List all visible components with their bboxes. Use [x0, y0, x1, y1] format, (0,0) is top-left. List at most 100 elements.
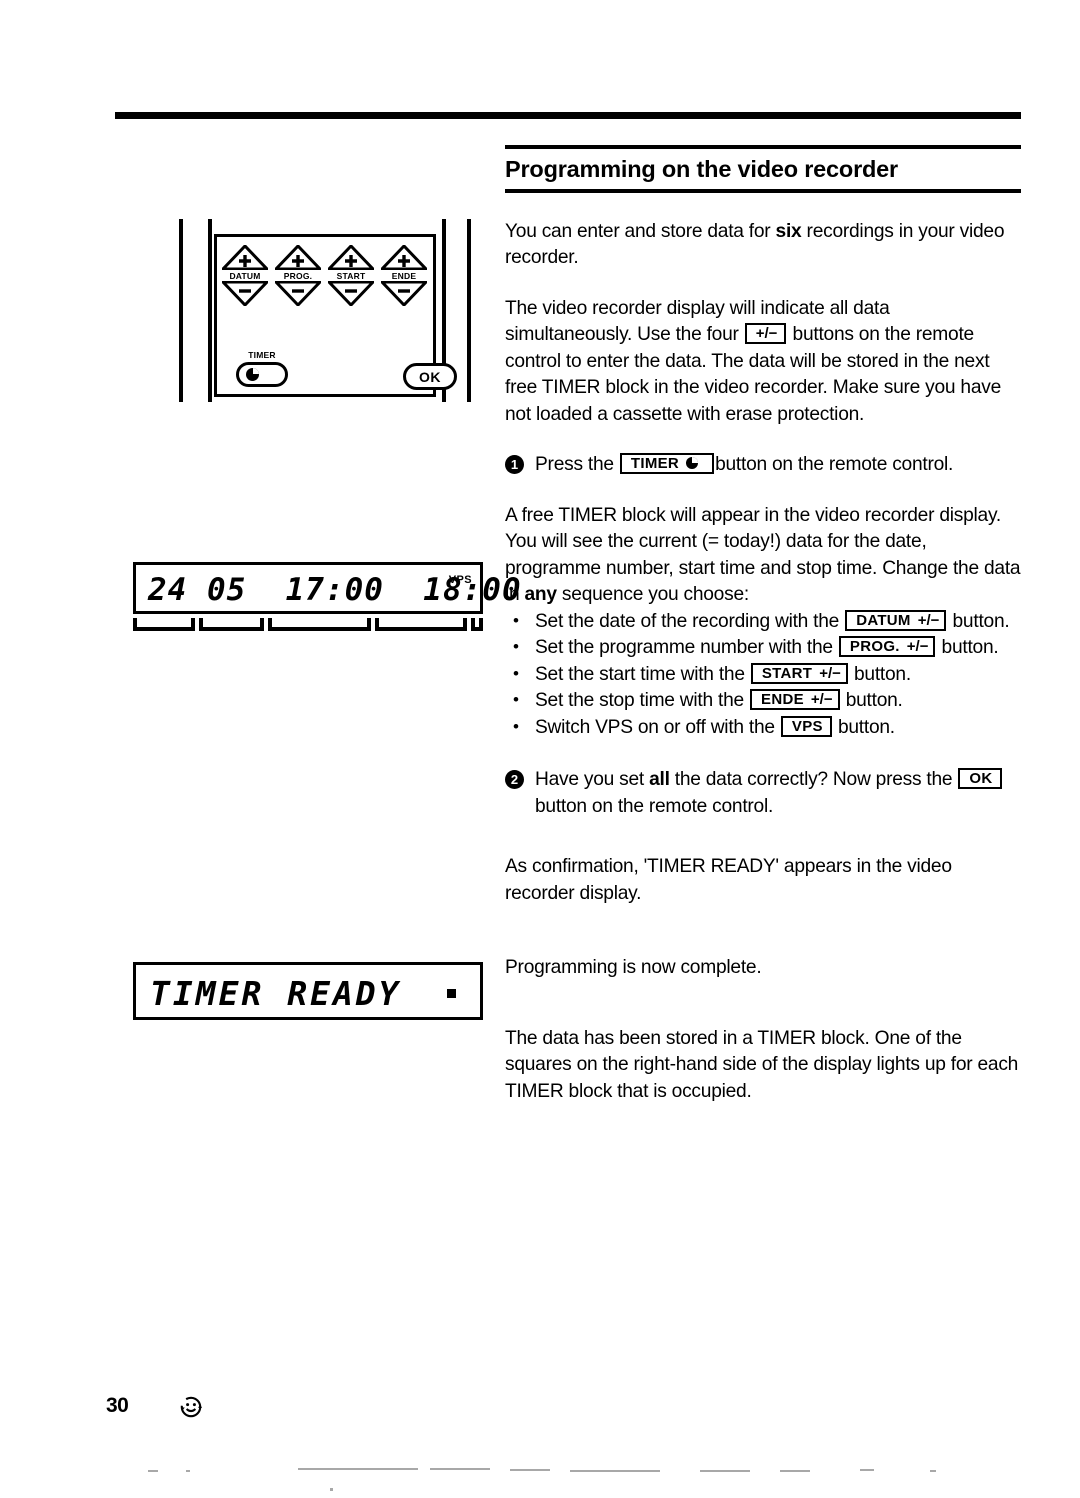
step-2-text-after: button on the remote control.	[535, 795, 774, 817]
confirmation-line-2: recorder display.	[505, 882, 642, 904]
minus-triangle-icon[interactable]	[222, 281, 268, 306]
heading-rule-above	[505, 145, 1021, 149]
plus-minus-symbol: +/−	[755, 325, 778, 343]
scan-artifact	[430, 1468, 490, 1470]
datum-key-label: DATUM	[856, 611, 911, 629]
minus-triangle-icon[interactable]	[328, 281, 374, 306]
ende-key-graphic: ENDE +/−	[750, 689, 840, 711]
recycle-smiley-icon	[174, 1390, 208, 1424]
clock-icon	[686, 457, 699, 470]
plus-triangle-icon[interactable]	[328, 245, 374, 270]
bracket-vps	[471, 618, 483, 631]
vps-key-label: VPS	[791, 717, 823, 735]
remote-button-label-timer: TIMER	[248, 350, 276, 360]
remote-control-illustration: DATUM PROG. START ENDE TIMER OK	[170, 215, 480, 410]
confirmation-paragraph: As confirmation, 'TIMER READY' appears i…	[505, 854, 1021, 907]
document-page: DATUM PROG. START ENDE TIMER OK 24 05 17…	[0, 0, 1080, 1498]
page-top-rule	[115, 112, 1021, 119]
bullet-3-before: Set the stop time with the	[535, 690, 750, 712]
ok-key-graphic: OK	[958, 768, 1002, 790]
remote-button-label-start: START	[336, 271, 366, 281]
bracket-date	[133, 618, 195, 631]
scan-artifact	[570, 1470, 660, 1472]
remote-button-label-prog: PROG.	[283, 271, 313, 281]
free-block-paragraph: A free TIMER block will appear in the vi…	[505, 503, 1021, 609]
stored-line-1: The data has been stored in a TIMER bloc…	[505, 1027, 870, 1049]
remote-button-group-prog: PROG.	[274, 245, 322, 306]
step-1-text-before: Press the	[535, 454, 619, 476]
bullet-0-after: button.	[952, 610, 1010, 632]
scan-artifact	[298, 1468, 418, 1470]
step-2-text-b: the data correctly? Now press the	[669, 769, 953, 791]
plus-triangle-icon[interactable]	[275, 245, 321, 270]
settings-bullet-list: Set the date of the recording with the D…	[505, 608, 1021, 742]
list-item: Set the programme number with the PROG. +…	[505, 634, 1021, 662]
clock-icon	[246, 368, 259, 381]
list-item: Set the start time with the START +/− but…	[505, 661, 1021, 689]
display-segment-text: TIMER READY	[150, 974, 402, 1013]
list-item: Set the date of the recording with the D…	[505, 608, 1021, 636]
bracket-start-time	[268, 618, 371, 631]
step-1-text: Press the TIMER button on the remote cont…	[535, 452, 1021, 479]
remote-button-label-datum: DATUM	[229, 271, 261, 281]
step-2: 2 Have you set all the data correctly? N…	[505, 767, 1021, 820]
bullet-1-after: button.	[941, 637, 999, 659]
timer-button[interactable]	[236, 362, 288, 387]
remote-button-group-ende: ENDE	[380, 245, 428, 306]
intro-line-2a: simultaneously. Use the four	[505, 324, 744, 346]
bullet-0-before: Set the date of the recording with the	[535, 610, 845, 632]
scan-artifact	[148, 1470, 158, 1472]
plus-minus-symbol: +/−	[906, 638, 929, 656]
intro-paragraph-1: You can enter and store data for six rec…	[505, 219, 1021, 272]
scan-artifact	[860, 1469, 874, 1471]
bullet-4-after: button.	[837, 716, 895, 738]
plus-triangle-icon[interactable]	[381, 245, 427, 270]
plus-minus-key-graphic: +/−	[744, 323, 787, 345]
start-key-graphic: START +/−	[750, 662, 848, 684]
page-footer: 30	[106, 1390, 406, 1430]
remote-inner-edge-left	[208, 219, 212, 402]
intro-text-1a: You can enter and store data for	[505, 220, 776, 242]
plus-minus-symbol: +/−	[810, 691, 833, 709]
display-field-brackets	[133, 618, 483, 633]
intro-paragraph-2: The video recorder display will indicate…	[505, 296, 1021, 429]
plus-minus-symbol: +/−	[917, 611, 940, 629]
free-block-line-4b: sequence you choose:	[556, 584, 749, 606]
remote-button-group-datum: DATUM	[221, 245, 269, 306]
remote-button-label-ende: ENDE	[391, 271, 417, 281]
plus-triangle-icon[interactable]	[222, 245, 268, 270]
step-1-text-after: button on the remote control.	[715, 454, 954, 476]
main-text-column: Programming on the video recorder You ca…	[505, 145, 1021, 1129]
prog-key-label: PROG.	[849, 638, 900, 656]
ok-button[interactable]: OK	[403, 363, 457, 390]
remote-outer-edge-right	[467, 219, 471, 402]
confirmation-line-1: As confirmation, 'TIMER READY' appears i…	[505, 856, 952, 878]
scan-artifact	[330, 1488, 333, 1491]
minus-triangle-icon[interactable]	[275, 281, 321, 306]
start-key-label: START	[761, 664, 813, 682]
intro-text-bold-six: six	[775, 220, 802, 242]
step-2-bold-all: all	[649, 769, 670, 791]
heading-rule-below	[505, 188, 1021, 193]
remote-keypad-panel: DATUM PROG. START ENDE TIMER OK	[214, 234, 457, 397]
intro-line-2b: buttons on the	[787, 324, 911, 346]
remote-timer-button-group: TIMER	[225, 349, 299, 387]
scan-artifact	[780, 1470, 810, 1472]
step-2-text: Have you set all the data correctly? Now…	[535, 767, 1021, 820]
ende-key-label: ENDE	[761, 691, 804, 709]
scan-artifact	[186, 1470, 190, 1472]
prog-key-graphic: PROG. +/−	[838, 636, 936, 658]
bullet-1-before: Set the programme number with the	[535, 637, 838, 659]
timer-key-label: TIMER	[630, 455, 680, 473]
scan-artifact	[700, 1470, 750, 1472]
minus-triangle-icon[interactable]	[381, 281, 427, 306]
stored-paragraph: The data has been stored in a TIMER bloc…	[505, 1026, 1021, 1106]
bullet-4-before: Switch VPS on or off with the	[535, 716, 780, 738]
step-1: 1 Press the TIMER button on the remote co…	[505, 452, 1021, 479]
ok-key-label: OK	[969, 770, 993, 788]
free-block-bold-any: any	[524, 584, 558, 606]
bracket-month	[199, 618, 264, 631]
intro-line-1: The video recorder display will indicate…	[505, 297, 890, 319]
step-number-2: 2	[505, 770, 524, 790]
display-vps-indicator: VPS	[448, 574, 472, 586]
